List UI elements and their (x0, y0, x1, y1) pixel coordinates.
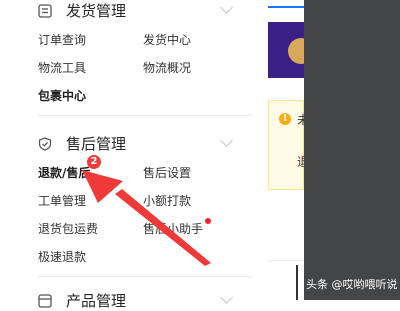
section-title-products: 产品管理 (66, 292, 127, 310)
new-indicator-dot (205, 218, 211, 224)
menu-item-parcel-center[interactable]: 包裹中心 (38, 87, 86, 104)
document-list-icon (38, 3, 52, 18)
section-title-shipping: 发货管理 (66, 2, 127, 20)
menu-item-after-sales-settings[interactable]: 售后设置 (143, 164, 191, 181)
section-header-after-sales[interactable]: 售后管理 (38, 133, 126, 154)
menu-item-return-shipping-insurance[interactable]: 退货包运费 (38, 220, 98, 237)
menu-item-order-query[interactable]: 订单查询 (38, 31, 86, 48)
menu-item-logistics-overview[interactable]: 物流概况 (143, 59, 191, 76)
promo-banner[interactable] (268, 22, 304, 78)
section-header-shipping[interactable]: 发货管理 (38, 0, 126, 21)
chevron-down-icon[interactable] (220, 134, 233, 147)
section-header-products[interactable]: 产品管理 (38, 290, 126, 311)
warning-icon: ! (279, 113, 291, 125)
notification-badge: 2 (87, 155, 101, 169)
notice-box: ! 未 退 (268, 100, 309, 190)
section-title-after-sales: 售后管理 (66, 135, 127, 153)
product-box-icon (38, 293, 52, 308)
menu-item-express-refund[interactable]: 极速退款 (38, 248, 86, 265)
dark-overlay-panel (304, 0, 400, 300)
active-tab-indicator (268, 6, 304, 8)
chevron-down-icon[interactable] (220, 291, 233, 304)
sidebar-menu: 发货管理 订单查询 发货中心 物流工具 物流概况 包裹中心 售后管理 退款/售后… (0, 0, 252, 310)
menu-item-logistics-tools[interactable]: 物流工具 (38, 59, 86, 76)
menu-item-shipping-center[interactable]: 发货中心 (143, 31, 191, 48)
shield-check-icon (38, 136, 52, 151)
chevron-down-icon[interactable] (220, 1, 233, 14)
section-divider (38, 115, 252, 116)
menu-item-after-sales-assistant[interactable]: 售后小助手 (143, 220, 203, 237)
watermark-text: 头条 @哎哟喂听说 (306, 278, 398, 291)
content-edge (296, 265, 298, 300)
content-divider (268, 260, 304, 261)
menu-item-small-payment[interactable]: 小额打款 (143, 192, 191, 209)
section-divider (38, 276, 252, 277)
menu-item-ticket-management[interactable]: 工单管理 (38, 192, 86, 209)
menu-item-refund-after-sales[interactable]: 退款/售后 (38, 164, 90, 181)
banner-graphic (288, 38, 304, 64)
